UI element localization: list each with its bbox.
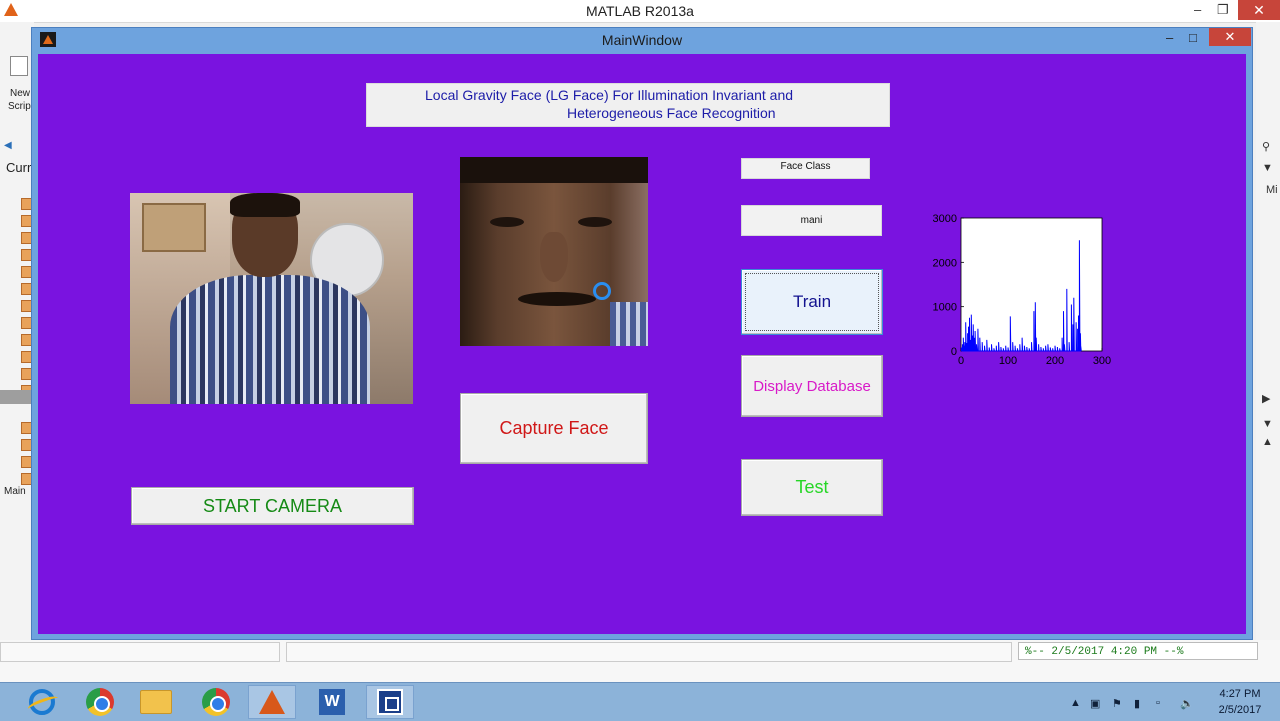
test-button[interactable]: Test: [741, 459, 883, 516]
close-icon[interactable]: ✕: [1238, 0, 1280, 20]
current-folder-label: Curr: [6, 160, 32, 175]
back-arrow-icon[interactable]: ◀: [4, 140, 12, 151]
x-tick-label: 0: [958, 355, 964, 367]
gui-title-panel: Local Gravity Face (LG Face) For Illumin…: [366, 83, 890, 127]
tray-expand-icon[interactable]: ▲: [1070, 697, 1081, 709]
chevron-right-icon[interactable]: ▶: [1262, 392, 1270, 405]
taskbar: W ▲ ▣ ⚑ ▮ ▫ 🔈 4:27 PM 2/5/2017: [0, 682, 1280, 721]
clock-date[interactable]: 2/5/2017: [1205, 704, 1275, 716]
train-button[interactable]: Train: [741, 269, 883, 335]
minimize-icon[interactable]: –: [1166, 30, 1173, 45]
histogram-svg: 0 100 200 3000100020003000: [933, 214, 1112, 367]
matlab-icon: [259, 690, 285, 714]
taskbar-file-explorer[interactable]: [132, 685, 180, 719]
matlab-left-panel: New Scrip ◀ Curr Main: [0, 22, 34, 642]
x-tick-label: 100: [999, 355, 1017, 367]
folder-icon: [140, 690, 172, 714]
maximize-icon[interactable]: □: [1189, 30, 1197, 45]
gui-title-line-1: Local Gravity Face (LG Face) For Illumin…: [425, 87, 794, 103]
tray-flag-icon[interactable]: ⚑: [1112, 697, 1122, 710]
figure-window-icon: [377, 689, 403, 715]
matlab-right-panel: ⚲ ▼ Mi ▶ ▼ ▲ ▼: [1256, 22, 1280, 654]
restore-icon[interactable]: ❐: [1217, 2, 1229, 18]
camera-preview-image: [130, 193, 413, 404]
face-shirt: [610, 302, 648, 346]
gui-canvas: Local Gravity Face (LG Face) For Illumin…: [38, 54, 1246, 634]
histogram-chart: 0 100 200 300 0 1000 2000 3000: [916, 214, 1116, 374]
chrome-icon: [86, 688, 114, 716]
main-window-title: MainWindow: [601, 32, 683, 48]
face-eye-left: [490, 217, 524, 227]
face-mouth: [518, 292, 596, 306]
start-camera-button[interactable]: START CAMERA: [131, 487, 414, 525]
camera-person-body: [170, 275, 370, 404]
search-icon[interactable]: ⚲: [1262, 140, 1270, 153]
face-class-label: Face Class: [741, 158, 870, 179]
chevron-down-icon[interactable]: ▼: [1262, 162, 1273, 174]
focus-outline: [745, 273, 879, 331]
camera-person-hair: [230, 193, 300, 217]
new-label: New: [10, 88, 31, 99]
gui-title-line-2: Heterogeneous Face Recognition: [567, 105, 776, 121]
chrome-icon: [202, 688, 230, 716]
command-window-bar[interactable]: [286, 642, 1012, 662]
word-icon: W: [319, 689, 345, 715]
y-tick-label: 1000: [933, 302, 957, 314]
main-window: MainWindow – □ ✕ Local Gravity Face (LG …: [31, 27, 1253, 640]
y-tick-label: 3000: [933, 214, 957, 225]
details-panel: [0, 642, 280, 662]
face-hair: [460, 157, 648, 183]
minimize-icon[interactable]: –: [1194, 2, 1201, 17]
busy-cursor-icon: [593, 282, 611, 300]
script-label: Scrip: [8, 101, 31, 112]
workspace-label: Mi: [1266, 184, 1278, 196]
tray-signal-icon[interactable]: ▫: [1156, 697, 1160, 709]
tray-network-app-icon[interactable]: ▣: [1090, 697, 1100, 710]
plot-area: [960, 217, 1103, 352]
scroll-up-icon[interactable]: ▲: [1262, 436, 1273, 448]
clock-time[interactable]: 4:27 PM: [1205, 688, 1275, 700]
new-script-icon[interactable]: [10, 56, 28, 76]
taskbar-figure-window[interactable]: [366, 685, 414, 719]
taskbar-word[interactable]: W: [308, 685, 356, 719]
camera-bg-frame: [142, 203, 206, 252]
face-class-value: mani: [741, 205, 882, 236]
display-database-button[interactable]: Display Database: [741, 355, 883, 417]
taskbar-chrome-2[interactable]: [192, 685, 240, 719]
internet-explorer-icon: [29, 689, 55, 715]
selected-file-row[interactable]: [0, 390, 34, 404]
command-history-entry[interactable]: %-- 2/5/2017 4:20 PM --%: [1018, 642, 1258, 660]
face-nose: [540, 232, 568, 282]
face-eye-right: [578, 217, 612, 227]
y-tick-label: 2000: [933, 257, 957, 269]
captured-face-image: [460, 157, 648, 346]
x-tick-label: 300: [1093, 355, 1111, 367]
close-icon[interactable]: ✕: [1209, 28, 1251, 46]
x-tick-label: 200: [1046, 355, 1064, 367]
chevron-down-icon[interactable]: ▼: [1262, 418, 1273, 430]
matlab-titlebar: MATLAB R2013a – ❐ ✕: [0, 0, 1280, 23]
taskbar-chrome[interactable]: [76, 685, 124, 719]
tray-volume-icon[interactable]: 🔈: [1180, 697, 1194, 710]
y-tick-label: 0: [951, 346, 957, 358]
main-file-label: Main: [4, 486, 26, 497]
matlab-window-title: MATLAB R2013a: [586, 3, 694, 19]
tray-battery-icon[interactable]: ▮: [1134, 697, 1140, 710]
taskbar-matlab[interactable]: [248, 685, 296, 719]
main-window-titlebar[interactable]: MainWindow – □ ✕: [32, 28, 1252, 52]
taskbar-internet-explorer[interactable]: [18, 685, 66, 719]
capture-face-button[interactable]: Capture Face: [460, 393, 648, 464]
